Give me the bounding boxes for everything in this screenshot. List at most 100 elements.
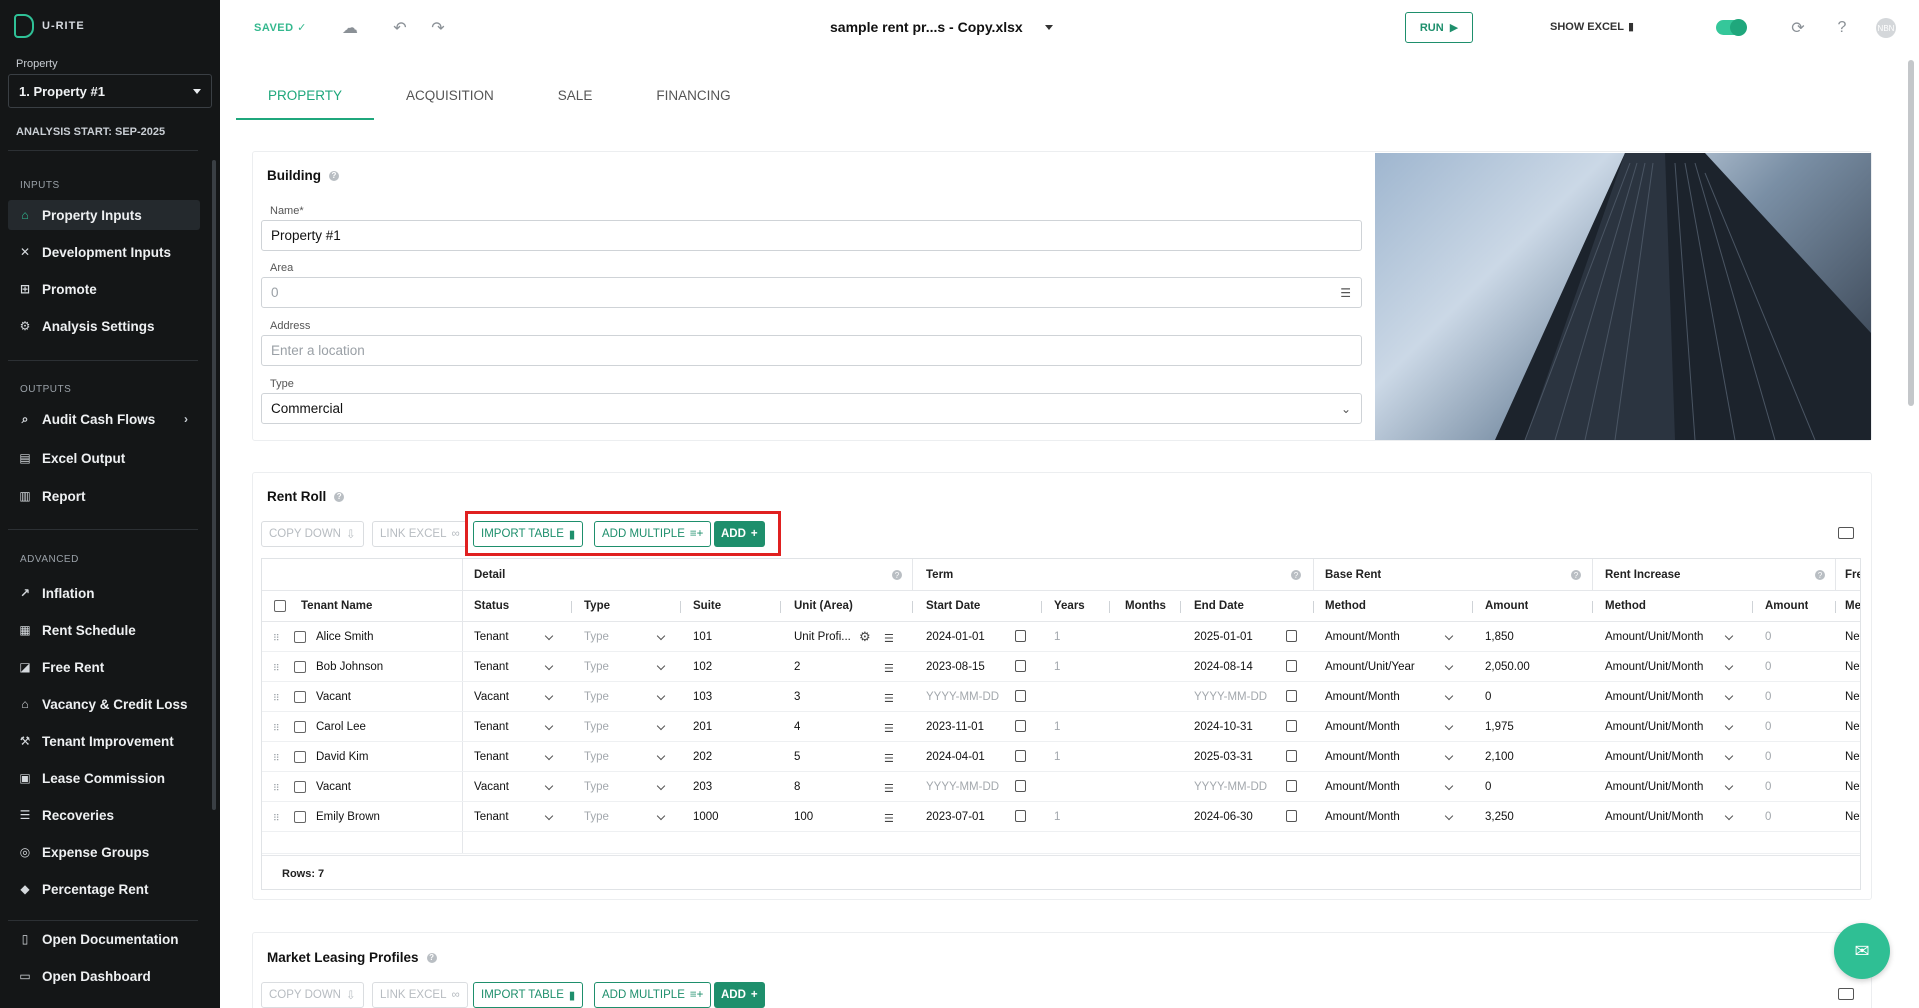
status-cell[interactable]: Tenant xyxy=(474,712,509,741)
list-icon[interactable]: ☰ xyxy=(884,692,894,705)
start-date-cell[interactable]: 2023-11-01 xyxy=(926,712,984,741)
end-date-cell[interactable]: YYYY-MM-DD xyxy=(1194,682,1267,711)
type-cell[interactable]: Type xyxy=(584,652,609,681)
calendar-icon[interactable] xyxy=(1286,660,1297,672)
inc-method-cell[interactable]: Amount/Unit/Month xyxy=(1605,802,1703,831)
market-link-excel-button[interactable]: LINK EXCEL ∞ xyxy=(372,982,468,1008)
status-cell[interactable]: Vacant xyxy=(474,772,509,801)
nav-expense-groups[interactable]: ◎ Expense Groups xyxy=(8,837,200,867)
market-add-button[interactable]: ADD + xyxy=(714,982,765,1008)
show-excel-toggle[interactable] xyxy=(1716,19,1747,36)
years-cell[interactable]: 1 xyxy=(1054,622,1060,651)
status-cell[interactable]: Tenant xyxy=(474,742,509,771)
area-input[interactable]: 0 ☰ xyxy=(261,277,1362,308)
drag-handle-icon[interactable]: ⠿ xyxy=(273,753,280,764)
tenant-name-cell[interactable]: Emily Brown xyxy=(316,802,380,831)
type-select[interactable]: Commercial ⌄ xyxy=(261,393,1362,424)
col-base-method[interactable]: Method xyxy=(1325,591,1366,621)
calendar-icon[interactable] xyxy=(1286,750,1297,762)
status-cell[interactable]: Vacant xyxy=(474,682,509,711)
list-icon[interactable]: ☰ xyxy=(884,632,894,645)
help-icon[interactable]: ? xyxy=(334,491,345,502)
inc-method-cell[interactable]: Amount/Unit/Month xyxy=(1605,712,1703,741)
market-import-table-button[interactable]: IMPORT TABLE ▮ xyxy=(473,982,584,1008)
calendar-icon[interactable] xyxy=(1286,810,1297,822)
free-rent-method-cell[interactable]: Net xyxy=(1845,772,1860,801)
type-cell[interactable]: Type xyxy=(584,712,609,741)
type-cell[interactable]: Type xyxy=(584,772,609,801)
base-amount-cell[interactable]: 1,850 xyxy=(1485,622,1514,651)
expand-icon[interactable] xyxy=(1838,988,1854,1000)
redo-icon[interactable]: ↷ xyxy=(426,16,450,40)
type-cell[interactable]: Type xyxy=(584,682,609,711)
col-suite[interactable]: Suite xyxy=(693,591,721,621)
row-checkbox[interactable] xyxy=(294,781,306,793)
unit-area-cell[interactable]: 5 xyxy=(794,742,800,771)
unit-area-cell[interactable]: 2 xyxy=(794,652,800,681)
list-icon[interactable]: ☰ xyxy=(884,722,894,735)
sidebar-scrollbar[interactable] xyxy=(212,160,216,810)
nav-vacancy-credit-loss[interactable]: ⌂ Vacancy & Credit Loss xyxy=(8,689,200,719)
table-row[interactable]: ⠿ Vacant Vacant Type 203 8 ☰ YYYY-MM-DD YYYY-MM-… xyxy=(262,772,1860,802)
status-cell[interactable]: Tenant xyxy=(474,622,509,651)
tenant-name-cell[interactable]: David Kim xyxy=(316,742,368,771)
calendar-icon[interactable] xyxy=(1015,630,1026,642)
years-cell[interactable]: 1 xyxy=(1054,742,1060,771)
base-amount-cell[interactable]: 2,100 xyxy=(1485,742,1514,771)
row-checkbox[interactable] xyxy=(294,691,306,703)
calendar-icon[interactable] xyxy=(1015,780,1026,792)
nav-open-dashboard[interactable]: ▭ Open Dashboard xyxy=(8,961,200,991)
row-checkbox[interactable] xyxy=(294,661,306,673)
inc-method-cell[interactable]: Amount/Unit/Month xyxy=(1605,622,1703,651)
unit-area-cell[interactable]: 3 xyxy=(794,682,800,711)
table-row[interactable]: ⠿ David Kim Tenant Type 202 5 ☰ 2024-04-01 1 2025… xyxy=(262,742,1860,772)
show-excel-button[interactable]: SHOW EXCEL ▮ xyxy=(1550,20,1634,34)
nav-development-inputs[interactable]: ✕ Development Inputs xyxy=(8,237,200,267)
run-button[interactable]: RUN ▶ xyxy=(1405,12,1473,43)
help-icon[interactable]: ? xyxy=(1571,570,1581,580)
inc-method-cell[interactable]: Amount/Unit/Month xyxy=(1605,772,1703,801)
col-status[interactable]: Status xyxy=(474,591,509,621)
help-icon[interactable]: ? xyxy=(1291,570,1301,580)
end-date-cell[interactable]: 2025-01-01 xyxy=(1194,622,1253,651)
calendar-icon[interactable] xyxy=(1286,630,1297,642)
market-add-multiple-button[interactable]: ADD MULTIPLE ≡+ xyxy=(594,982,712,1008)
calendar-icon[interactable] xyxy=(1015,750,1026,762)
suite-cell[interactable]: 102 xyxy=(693,652,712,681)
expand-icon[interactable] xyxy=(1838,527,1854,539)
suite-cell[interactable]: 202 xyxy=(693,742,712,771)
calendar-icon[interactable] xyxy=(1015,660,1026,672)
row-checkbox[interactable] xyxy=(294,631,306,643)
nav-promote[interactable]: ⊞ Promote xyxy=(8,274,200,304)
col-base-amount[interactable]: Amount xyxy=(1485,591,1528,621)
inc-method-cell[interactable]: Amount/Unit/Month xyxy=(1605,652,1703,681)
end-date-cell[interactable]: 2024-06-30 xyxy=(1194,802,1253,831)
end-date-cell[interactable]: 2024-10-31 xyxy=(1194,712,1253,741)
years-cell[interactable]: 1 xyxy=(1054,652,1060,681)
tenant-name-cell[interactable]: Vacant xyxy=(316,772,351,801)
base-method-cell[interactable]: Amount/Unit/Year xyxy=(1325,652,1415,681)
table-row[interactable]: ⠿ Bob Johnson Tenant Type 102 2 ☰ 2023-08-15 1 20… xyxy=(262,652,1860,682)
base-amount-cell[interactable]: 0 xyxy=(1485,772,1491,801)
inc-method-cell[interactable]: Amount/Unit/Month xyxy=(1605,682,1703,711)
years-cell[interactable]: 1 xyxy=(1054,712,1060,741)
tenant-name-cell[interactable]: Vacant xyxy=(316,682,351,711)
chat-button[interactable]: ✉ xyxy=(1834,923,1890,979)
row-checkbox[interactable] xyxy=(294,811,306,823)
col-months[interactable]: Months xyxy=(1125,591,1166,621)
base-method-cell[interactable]: Amount/Month xyxy=(1325,772,1400,801)
help-icon[interactable]: ? xyxy=(329,170,339,181)
col-inc-method[interactable]: Method xyxy=(1605,591,1646,621)
drag-handle-icon[interactable]: ⠿ xyxy=(273,783,280,794)
status-cell[interactable]: Tenant xyxy=(474,802,509,831)
free-rent-method-cell[interactable]: Net xyxy=(1845,712,1860,741)
start-date-cell[interactable]: 2024-01-01 xyxy=(926,622,985,651)
nav-lease-commission[interactable]: ▣ Lease Commission xyxy=(8,763,200,793)
inc-method-cell[interactable]: Amount/Unit/Month xyxy=(1605,742,1703,771)
end-date-cell[interactable]: 2025-03-31 xyxy=(1194,742,1253,771)
tenant-name-cell[interactable]: Carol Lee xyxy=(316,712,366,741)
name-input[interactable]: Property #1 xyxy=(261,220,1362,251)
nav-property-inputs[interactable]: ⌂ Property Inputs xyxy=(8,200,200,230)
drag-handle-icon[interactable]: ⠿ xyxy=(273,693,280,704)
nav-analysis-settings[interactable]: ⚙ Analysis Settings xyxy=(8,311,200,341)
